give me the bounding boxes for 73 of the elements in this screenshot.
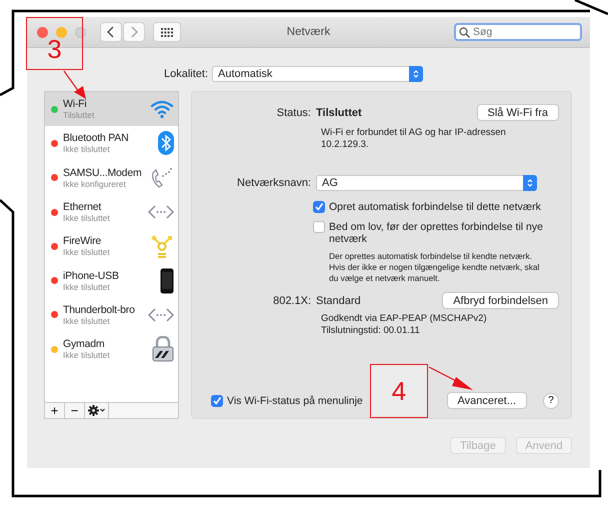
- lock-icon: [152, 336, 174, 362]
- phone-device-icon: [160, 268, 174, 294]
- service-status: Ikke tilsluttet: [63, 316, 111, 326]
- service-status: Ikke tilsluttet: [63, 350, 111, 360]
- bluetooth-icon: [158, 131, 174, 156]
- chevron-right-icon: [130, 26, 138, 38]
- service-name: Bluetooth PAN: [63, 132, 130, 144]
- show-all-button[interactable]: [153, 22, 181, 42]
- service-name: SAMSU...Modem: [63, 166, 143, 179]
- service-item[interactable]: Bluetooth PAN Ikke tilsluttet: [45, 126, 178, 161]
- service-status: Ikke konfigureret: [63, 178, 127, 189]
- status-label: Status:: [276, 106, 312, 118]
- show-status-label: Vis Wi-Fi-status på menulinje: [227, 394, 363, 406]
- service-status: Ikke tilsluttet: [63, 247, 111, 258]
- checkbox[interactable]: [211, 394, 223, 406]
- auth-label: 802.1X:: [272, 294, 312, 306]
- option-note: Der oprettes automatisk forbindelse til kendte netværk. Hvis der ikke er nogen tilgængelige kendte netværk, skal du vælge et netværk manuelt.: [329, 251, 540, 284]
- stepper-arrows-icon: [413, 69, 420, 79]
- option-label: Bed om lov, før der oprettes forbindelse til nye netværk: [329, 221, 544, 245]
- annotation-arrow: [62, 70, 88, 100]
- status-value: Tilsluttet: [316, 106, 362, 118]
- location-label: Lokalitet:: [164, 68, 208, 80]
- grid-icon: [161, 28, 173, 36]
- action-menu-button[interactable]: [85, 403, 109, 418]
- network-arrows-icon: [148, 205, 174, 220]
- annotation-box: 3: [26, 17, 83, 70]
- advanced-button[interactable]: Avanceret...: [446, 392, 527, 409]
- list-tool-button[interactable]: +: [45, 403, 65, 418]
- network-name-label: Netværksnavn:: [236, 177, 312, 189]
- network-arrows-icon: [148, 308, 174, 322]
- zoom-button[interactable]: [75, 26, 86, 38]
- close-button[interactable]: [37, 26, 48, 38]
- service-name: Ethernet: [63, 201, 102, 214]
- service-item[interactable]: iPhone-USB Ikke tilsluttet: [45, 263, 178, 298]
- network-name-dropdown[interactable]: AG: [316, 175, 537, 191]
- option-label: Opret automatisk forbindelse til dette netværk: [329, 201, 542, 213]
- checkbox[interactable]: [313, 221, 325, 233]
- auth-info: Godkendt via EAP-PEAP (MSCHAPv2): [321, 313, 488, 325]
- window-title: Netværk: [286, 26, 330, 38]
- phone-icon: [150, 166, 174, 189]
- back-button[interactable]: [100, 22, 122, 42]
- search-field[interactable]: Søg: [454, 23, 582, 41]
- firewire-icon: [150, 234, 174, 258]
- search-icon: [459, 27, 470, 38]
- service-item[interactable]: Thunderbolt-bro Ikke tilsluttet: [45, 298, 178, 332]
- help-button[interactable]: ?: [543, 392, 559, 408]
- auth-info: Tilslutningstid: 00.01.11: [321, 325, 421, 337]
- service-name: FireWire: [63, 235, 102, 248]
- service-item[interactable]: Ethernet Ikke tilsluttet: [45, 194, 178, 230]
- service-status: Tilsluttet: [63, 110, 96, 120]
- service-item[interactable]: SAMSU...Modem Ikke konfigureret: [45, 160, 178, 195]
- annotation-box: 4: [370, 364, 428, 418]
- disconnect-button[interactable]: Afbryd forbindelsen: [442, 292, 559, 309]
- stepper-arrows-icon: [527, 178, 533, 188]
- service-status: Ikke tilsluttet: [63, 144, 111, 154]
- wifi-off-button[interactable]: Slå Wi-Fi fra: [476, 104, 559, 121]
- service-item[interactable]: FireWire Ikke tilsluttet: [45, 229, 178, 264]
- checkbox[interactable]: [313, 201, 325, 213]
- status-note: Wi-Fi er forbundet til AG og har IP-adressen 10.2.129.3.: [321, 127, 507, 151]
- list-tool-button[interactable]: −: [65, 403, 85, 418]
- chevron-left-icon: [107, 26, 115, 38]
- service-item[interactable]: Gymadm Ikke tilsluttet: [45, 332, 178, 366]
- auth-value: Standard: [316, 294, 361, 306]
- service-name: Wi-Fi: [63, 98, 88, 110]
- service-status: Ikke tilsluttet: [63, 282, 111, 292]
- service-item[interactable]: Wi-Fi Tilsluttet: [45, 92, 178, 126]
- annotation-arrow: [428, 366, 474, 392]
- service-name: Thunderbolt-bro: [63, 304, 136, 316]
- wifi-icon: [150, 99, 174, 120]
- service-status: Ikke tilsluttet: [63, 213, 111, 224]
- service-name: iPhone-USB: [63, 270, 120, 282]
- location-dropdown[interactable]: Automatisk: [212, 66, 424, 82]
- service-name: Gymadm: [63, 338, 106, 350]
